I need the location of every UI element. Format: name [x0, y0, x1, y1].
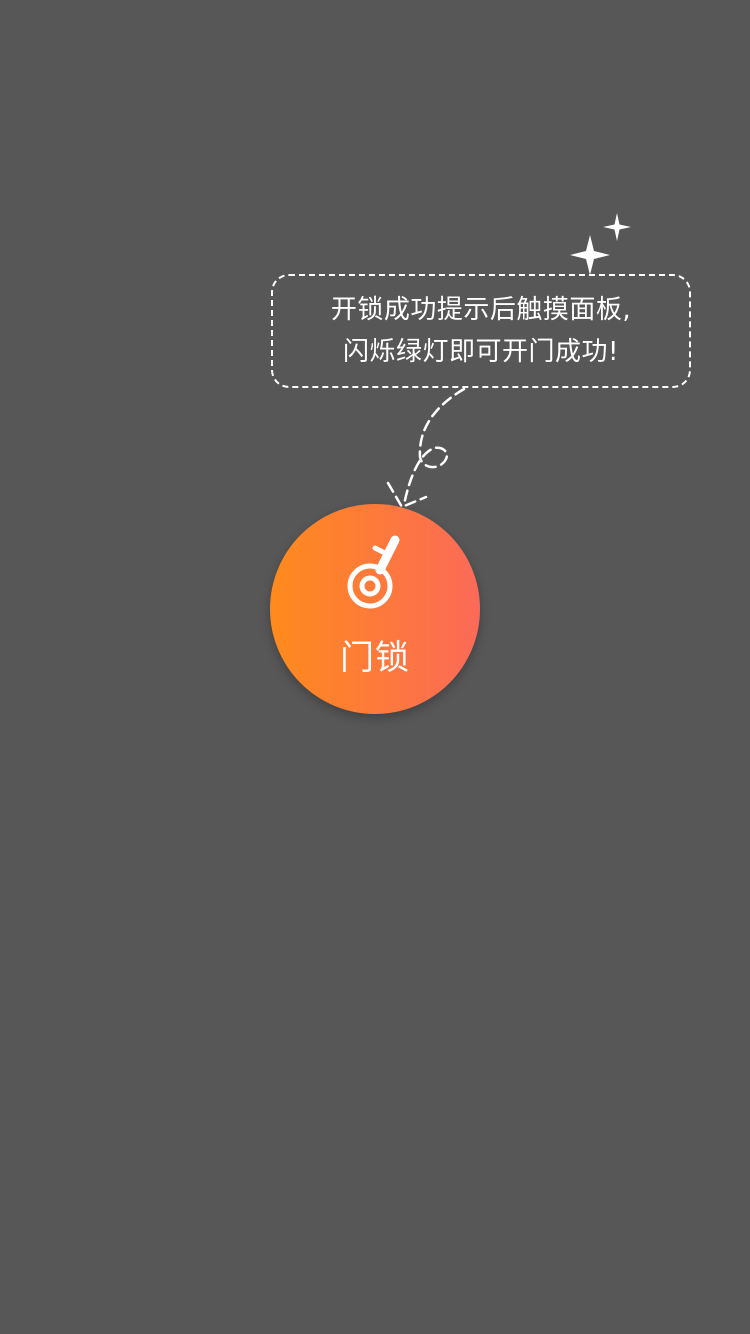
door-lock-button[interactable]: 门锁: [270, 504, 480, 714]
dashed-curved-arrow-icon: [386, 387, 466, 509]
sparkle-icon: [570, 213, 631, 275]
key-icon: [347, 535, 400, 609]
tip-bubble: 开锁成功提示后触摸面板, 闪烁绿灯即可开门成功!: [271, 274, 691, 388]
tip-line-1: 开锁成功提示后触摸面板,: [330, 295, 632, 325]
instruction-overlay: 开锁成功提示后触摸面板, 闪烁绿灯即可开门成功! 门锁: [0, 0, 750, 1334]
tip-line-2: 闪烁绿灯即可开门成功!: [343, 337, 619, 367]
door-lock-label: 门锁: [340, 638, 410, 678]
